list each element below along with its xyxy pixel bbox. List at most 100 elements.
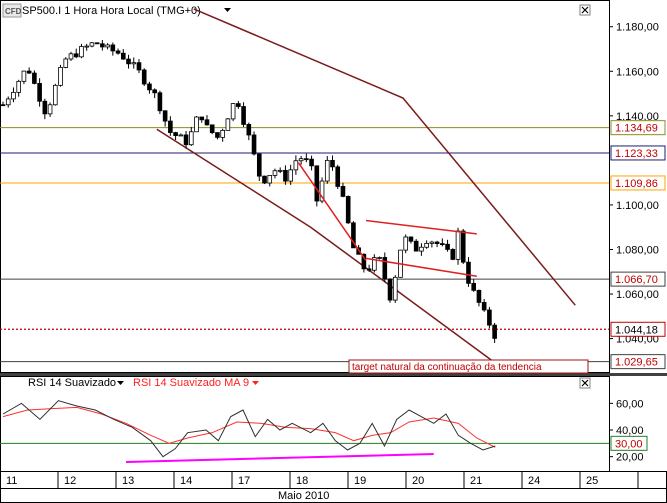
time-axis-tick-label: 13 (122, 475, 134, 487)
candle-body (424, 242, 429, 248)
candle-body (209, 124, 215, 133)
candle-body (256, 153, 262, 177)
time-axis-tick-label: 14 (180, 475, 192, 487)
candle-body (241, 106, 246, 125)
candle-body (157, 92, 163, 112)
rsi-axis-tick-label: 60,00 (616, 398, 644, 410)
time-axis-tick-label: 12 (64, 475, 76, 487)
candle-body (434, 241, 440, 244)
candle-body (408, 236, 414, 242)
candle-body (413, 240, 419, 252)
candle-body (251, 134, 257, 155)
candle-body (178, 134, 184, 137)
candle-body (220, 129, 225, 138)
candle-body (199, 116, 205, 121)
candle-body (115, 50, 121, 54)
candle-body (73, 53, 79, 58)
candle-body (225, 118, 231, 131)
candle-body (309, 158, 314, 167)
candle-body (445, 243, 450, 250)
candle-body (52, 84, 58, 106)
candle-body (131, 62, 137, 65)
price-level-label: 1.066,70 (615, 274, 658, 286)
time-axis-tick-label: 17 (238, 475, 250, 487)
time-axis-tick-label: 19 (354, 475, 366, 487)
candle-body (47, 104, 53, 115)
candle-body (120, 52, 126, 60)
price-level-label: 1.029,65 (615, 357, 658, 369)
candle-body (21, 70, 27, 82)
rsi-label[interactable]: RSI 14 Suavizado (28, 377, 116, 389)
app-logo-text: CFD (5, 7, 22, 16)
candle-body (42, 100, 48, 115)
time-axis-tick-label: 21 (470, 475, 482, 487)
candle-body (476, 289, 482, 303)
candle-body (37, 83, 42, 102)
annotation-target-text: target natural da continuação da tendenc… (352, 362, 542, 373)
close-icon[interactable] (579, 4, 591, 16)
time-axis-tick-label: 25 (586, 475, 598, 487)
candle-body (32, 72, 37, 84)
candle-body (298, 158, 304, 162)
candle-body (262, 175, 267, 184)
candle-body (68, 53, 74, 60)
time-axis-tick-label: 20 (412, 475, 424, 487)
candle-body (330, 159, 335, 168)
candle-body (283, 169, 288, 182)
price-axis-tick-label: 1.100,00 (616, 200, 659, 212)
candle-body (5, 98, 11, 106)
rsi-axis-tick-label: 40,00 (616, 425, 644, 437)
price-level-label: 1.044,18 (615, 324, 658, 336)
candle-body (277, 169, 283, 172)
candle-body (215, 132, 220, 138)
price-axis: 1.180,001.160,001.140,001.100,001.080,00… (609, 22, 666, 370)
candle-body (11, 91, 16, 100)
candle-body (324, 159, 330, 182)
candle-body (267, 174, 273, 184)
candle-body (481, 302, 487, 311)
rsi-axis-tick-label: 20,00 (616, 452, 644, 464)
candle-body (304, 158, 309, 161)
candle-body (455, 230, 461, 260)
candle-body (492, 324, 497, 339)
candle-body (26, 70, 32, 74)
candle-body (204, 119, 210, 126)
time-axis-frame (0, 471, 667, 503)
candle-body (194, 116, 199, 133)
candle-body (58, 67, 63, 86)
time-axis-tick-label: 18 (296, 475, 308, 487)
candle-body (183, 134, 189, 146)
candle-body (335, 166, 341, 187)
candle-body (79, 46, 84, 58)
candle-body (63, 58, 69, 68)
rsi-close-icon[interactable] (579, 377, 591, 389)
candle-body (173, 132, 178, 136)
rsi-ma-label[interactable]: RSI 14 Suavizado MA 9 (133, 377, 249, 389)
candle-body (236, 103, 241, 107)
price-axis-tick-label: 1.180,00 (616, 22, 659, 34)
candle-body (230, 103, 236, 120)
rsi-level-label: 30,00 (615, 438, 643, 450)
chart-canvas: CFD SP500.I 1 Hora Hora Local (TMG+0) 1.… (0, 0, 667, 503)
candle-body (94, 42, 100, 45)
instrument-title[interactable]: SP500.I 1 Hora Hora Local (TMG+0) (22, 5, 201, 17)
candle-body (345, 195, 351, 224)
candle-body (16, 80, 21, 93)
time-axis-title: Maio 2010 (278, 490, 329, 502)
candle-body (105, 44, 110, 48)
candle-body (162, 110, 168, 122)
candle-body (110, 44, 116, 52)
candle-body (288, 169, 293, 182)
candle-body (340, 186, 346, 197)
price-level-label: 1.134,69 (615, 123, 658, 135)
candle-body (188, 131, 194, 146)
candle-body (272, 170, 278, 176)
candle-body (147, 83, 152, 91)
candle-body (377, 257, 382, 259)
price-axis-tick-label: 1.060,00 (616, 289, 659, 301)
price-level-label: 1.123,33 (615, 148, 658, 160)
candle-body (450, 249, 456, 260)
candle-body (487, 309, 492, 326)
time-axis-tick-label: 11 (6, 475, 17, 487)
candle-body (429, 241, 435, 244)
